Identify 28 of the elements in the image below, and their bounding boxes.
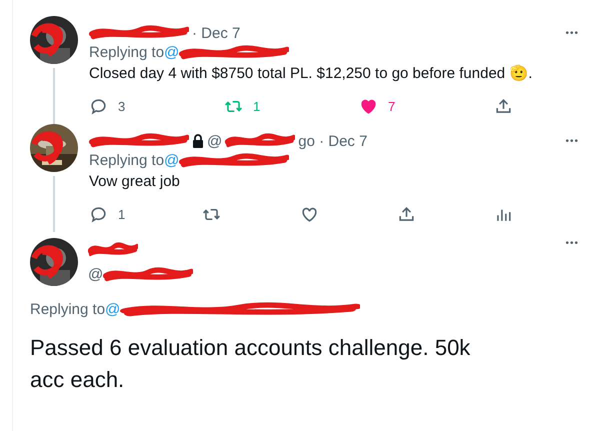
heart-icon[interactable]: [300, 204, 319, 224]
redaction-mark: [225, 133, 296, 149]
reply-icon[interactable]: [89, 96, 108, 116]
thread-line: [53, 176, 55, 232]
share-icon[interactable]: [396, 204, 416, 224]
tweet-text: Passed 6 evaluation accounts challenge. 50k acc each.: [30, 334, 472, 394]
heart-icon[interactable]: [359, 96, 378, 116]
share-icon[interactable]: [494, 96, 513, 116]
replying-label: Replying to: [30, 301, 106, 318]
action-count: 1: [118, 206, 126, 222]
action-count: 3: [118, 98, 126, 114]
tweet-text: Vow great job: [89, 172, 181, 192]
tweet-date[interactable]: · Dec 7: [192, 24, 240, 42]
thread-line: [53, 68, 55, 124]
action-count: 7: [388, 98, 396, 114]
more-icon[interactable]: •••: [565, 136, 579, 146]
reply-icon[interactable]: [89, 204, 108, 224]
more-icon[interactable]: •••: [565, 28, 579, 38]
tweet-text: Closed day 4 with $8750 total PL. $12,250 to go before funded 🫡.: [89, 64, 534, 84]
replying-label: Replying to: [89, 44, 164, 61]
action-count: 1: [253, 98, 260, 114]
user-handle[interactable]: @: [88, 266, 104, 283]
replying-label: Replying to: [89, 152, 164, 169]
tweet-date[interactable]: go · Dec 7: [298, 132, 368, 150]
more-icon[interactable]: •••: [565, 238, 579, 249]
redaction-mark: [88, 242, 138, 258]
user-handle[interactable]: @: [207, 132, 222, 150]
lock-icon: [192, 134, 204, 148]
